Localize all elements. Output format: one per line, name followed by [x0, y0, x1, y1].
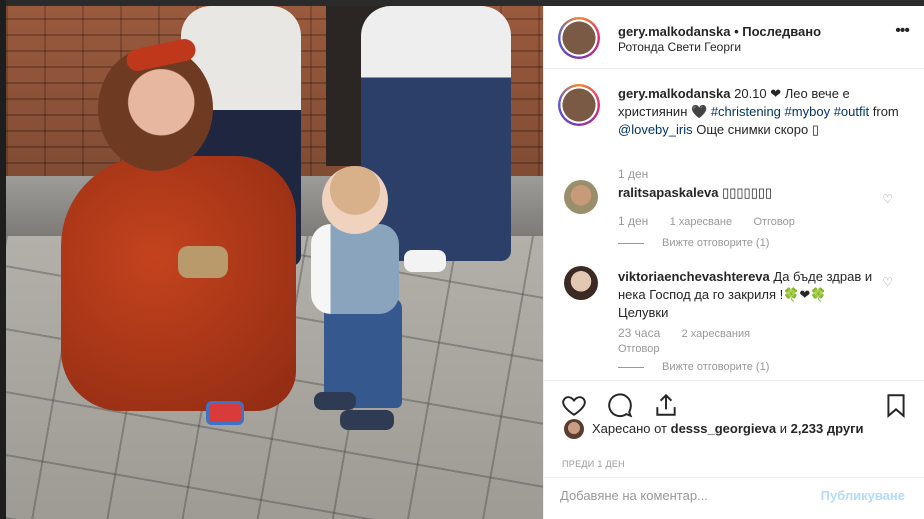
- comment-input[interactable]: [560, 488, 800, 503]
- toy-car: [206, 401, 244, 425]
- standing-person-right: [361, 6, 511, 261]
- baby-shoe-left: [314, 392, 356, 410]
- view-replies-label: Вижте отговорите (1): [662, 237, 770, 249]
- reply-button[interactable]: Отговор: [618, 343, 659, 355]
- caption-username[interactable]: gery.malkodanska: [618, 86, 730, 101]
- comment-username[interactable]: viktoriaenchevashtereva: [618, 269, 770, 284]
- baby-vest: [311, 224, 399, 314]
- post-header: gery.malkodanska • Последвано Ротонда Св…: [544, 6, 924, 69]
- bookmark-icon[interactable]: [882, 391, 910, 419]
- white-sneaker: [404, 250, 446, 272]
- replies-divider: [618, 366, 644, 368]
- reply-button[interactable]: Отговор: [753, 216, 794, 228]
- header-username[interactable]: gery.malkodanska: [618, 24, 730, 39]
- mention-loveby-iris[interactable]: @loveby_iris: [618, 122, 693, 137]
- comment-like-heart-icon[interactable]: ♡: [882, 275, 893, 289]
- separator-dot: •: [734, 24, 739, 39]
- comment-text: ralitsapaskaleva ▯▯▯▯▯▯▯: [618, 184, 878, 202]
- comment-body: ▯▯▯▯▯▯▯: [722, 185, 773, 200]
- post-side-panel: gery.malkodanska • Последвано Ротонда Св…: [543, 6, 924, 519]
- follow-status-button[interactable]: Последвано: [742, 24, 821, 39]
- comment-likes[interactable]: 1 харесване: [670, 216, 732, 228]
- liker-username[interactable]: desss_georgieva: [671, 421, 777, 436]
- hashtag-outfit[interactable]: #outfit: [834, 104, 869, 119]
- comment-time: 23 часа: [618, 326, 661, 340]
- post-actions: Харесано от desss_georgieva и 2,233 друг…: [544, 380, 924, 513]
- more-dots-icon[interactable]: •••: [895, 22, 910, 40]
- comment-avatar[interactable]: [564, 266, 598, 300]
- handbag: [178, 246, 228, 278]
- avatar[interactable]: [558, 17, 600, 59]
- comment-icon[interactable]: [606, 391, 634, 419]
- add-comment-bar: Публикуване: [544, 477, 924, 514]
- caption-avatar[interactable]: [558, 84, 600, 126]
- liker-avatar[interactable]: [564, 419, 584, 439]
- heart-icon[interactable]: [560, 391, 588, 419]
- comment-username[interactable]: ralitsapaskaleva: [618, 185, 718, 200]
- hashtag-christening[interactable]: #christening: [711, 104, 781, 119]
- comment-meta: 1 ден 1 харесване Отговор: [618, 214, 813, 228]
- comment-text: viktoriaenchevashtereva Да бъде здрав и …: [618, 268, 878, 322]
- caption-box-glyph: ▯: [811, 122, 819, 137]
- publish-button[interactable]: Публикуване: [821, 488, 905, 503]
- baby-head: [322, 166, 388, 234]
- hashtag-myboy[interactable]: #myboy: [785, 104, 831, 119]
- caption-text: gery.malkodanska 20.10 ❤ Лео вече е хрис…: [618, 85, 908, 139]
- caption-time: 1 ден: [618, 167, 649, 181]
- likes-summary: Харесано от desss_georgieva и 2,233 друг…: [592, 420, 892, 437]
- view-replies-label: Вижте отговорите (1): [662, 361, 770, 373]
- comment-likes[interactable]: 2 харесвания: [682, 328, 750, 340]
- likes-and: и: [779, 421, 788, 436]
- share-icon[interactable]: [652, 391, 680, 419]
- caption-heart-emoji: 🖤: [691, 104, 708, 119]
- comments-section[interactable]: gery.malkodanska 20.10 ❤ Лео вече е хрис…: [544, 70, 924, 380]
- comment-meta-reply: Отговор: [618, 341, 677, 355]
- caption-body-2: Още снимки скоро: [696, 122, 809, 137]
- view-replies-button[interactable]: Вижте отговорите (1): [618, 237, 769, 249]
- comment-avatar[interactable]: [564, 180, 598, 214]
- view-replies-button[interactable]: Вижте отговорите (1): [618, 361, 769, 373]
- post-timestamp: ПРЕДИ 1 ДЕН: [562, 459, 625, 469]
- comment-like-heart-icon[interactable]: ♡: [882, 192, 893, 206]
- post-photo[interactable]: [6, 6, 543, 519]
- comment-time: 1 ден: [618, 214, 649, 228]
- location-link[interactable]: Ротонда Свети Георги: [618, 40, 741, 54]
- baby-shoe-right: [340, 410, 394, 430]
- instagram-post-window: gery.malkodanska • Последвано Ротонда Св…: [0, 0, 924, 519]
- woman-red-dress: [61, 156, 296, 411]
- header-username-row: gery.malkodanska • Последвано: [618, 24, 821, 39]
- replies-divider: [618, 242, 644, 244]
- caption-from: from: [872, 104, 899, 119]
- comment-meta: 23 часа 2 харесвания: [618, 326, 768, 340]
- likes-prefix: Харесано от: [592, 421, 668, 436]
- likes-count[interactable]: 2,233 други: [791, 421, 864, 436]
